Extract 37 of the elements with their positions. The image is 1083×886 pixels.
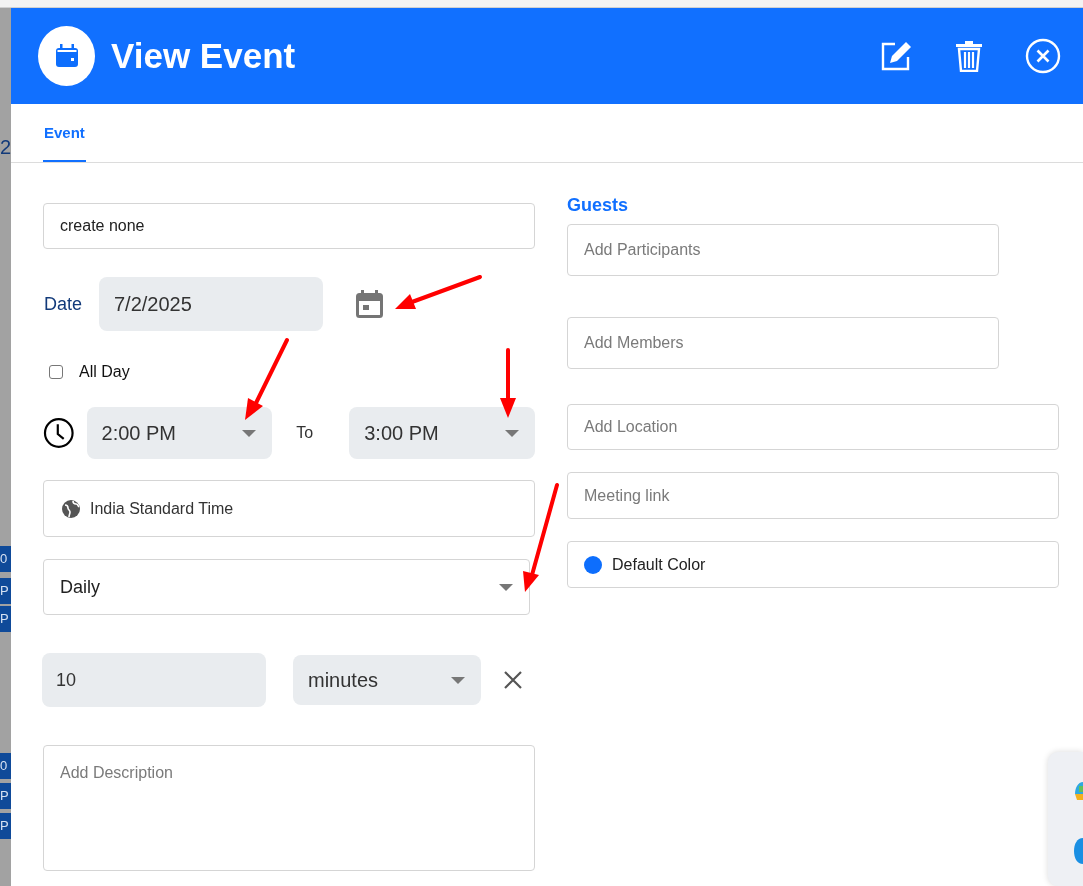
- date-label: Date: [43, 293, 84, 315]
- close-icon[interactable]: [1025, 38, 1061, 74]
- remove-icon[interactable]: [503, 670, 523, 690]
- color-select[interactable]: Default Color: [567, 541, 1059, 588]
- event-chip[interactable]: 0: [0, 546, 11, 572]
- event-chip[interactable]: P: [0, 578, 11, 604]
- app-icon[interactable]: [1074, 838, 1083, 864]
- reminder-unit-select[interactable]: minutes: [293, 655, 481, 705]
- location-field[interactable]: Add Location: [567, 404, 1059, 450]
- tab[interactable]: Event: [43, 104, 86, 162]
- all-day-checkbox[interactable]: [49, 365, 63, 379]
- meeting-link-field[interactable]: Meeting link: [567, 472, 1059, 519]
- end-time-select[interactable]: 3:00 PM: [349, 407, 535, 459]
- recurrence-select[interactable]: Daily: [43, 559, 530, 615]
- edit-icon[interactable]: [881, 41, 913, 71]
- description-field[interactable]: Add Description: [43, 745, 535, 871]
- trash-icon[interactable]: [955, 40, 983, 72]
- globe-icon: [62, 499, 80, 518]
- calendar-icon: [38, 26, 95, 86]
- timezone-field[interactable]: India Standard Time: [43, 480, 535, 537]
- all-day-label: All Day: [79, 363, 130, 381]
- calendar-icon[interactable]: [356, 290, 383, 318]
- event-chip[interactable]: P: [0, 783, 11, 809]
- to-label: To: [296, 424, 314, 442]
- date-text: 2: [0, 136, 12, 159]
- event-chip[interactable]: P: [0, 813, 11, 839]
- start-time-select[interactable]: 2:00 PM: [86, 407, 273, 459]
- guests-heading: Guests: [567, 195, 630, 216]
- event-chip[interactable]: P: [0, 606, 11, 632]
- title-field[interactable]: create none: [43, 203, 535, 249]
- members-field[interactable]: Add Members: [567, 317, 999, 369]
- dialog-title: View Event: [111, 36, 296, 76]
- date-field[interactable]: 7/2/2025: [99, 277, 323, 331]
- participants-field[interactable]: Add Participants: [567, 224, 999, 276]
- event-chip[interactable]: 0: [0, 753, 11, 779]
- reminder-field[interactable]: 10: [42, 653, 266, 707]
- clock-icon: [43, 417, 75, 449]
